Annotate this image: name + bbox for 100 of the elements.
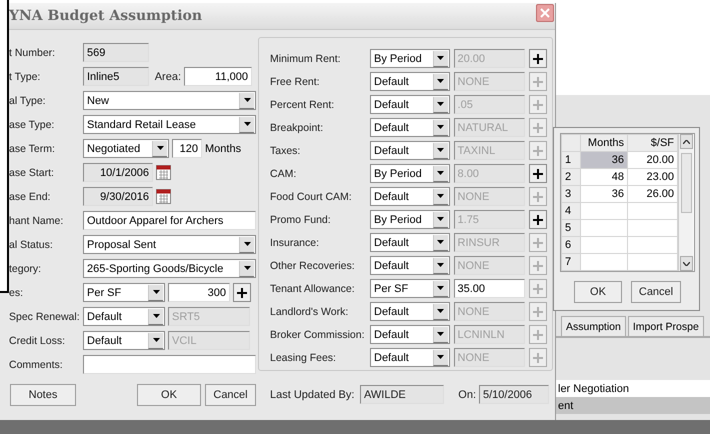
plus-icon[interactable]	[237, 288, 247, 298]
field-label: tegory:	[8, 262, 42, 275]
table-cell[interactable]: 48	[580, 168, 628, 186]
field-label: Comments:	[8, 358, 64, 371]
calendar-icon[interactable]	[156, 189, 171, 204]
column-header[interactable]: $/SF	[628, 134, 678, 152]
field-label: ase Type:	[8, 118, 56, 131]
table-cell[interactable]	[580, 202, 628, 220]
dropdown[interactable]: By Period	[370, 164, 450, 184]
dropdown[interactable]: Default	[370, 72, 450, 92]
term-field[interactable]: 120	[172, 139, 202, 158]
scroll-down-icon[interactable]	[680, 256, 692, 271]
dropdown[interactable]: By Period	[370, 210, 450, 230]
field-label: al Type:	[8, 94, 47, 107]
row-number: 1	[562, 152, 580, 168]
notes-button[interactable]: Notes	[10, 384, 76, 406]
row-number: 5	[562, 220, 580, 236]
cancel-button[interactable]: Cancel	[205, 384, 256, 406]
text-field[interactable]	[83, 355, 256, 374]
dropdown[interactable]: Default	[370, 95, 450, 114]
calendar-icon[interactable]	[156, 165, 171, 180]
dropdown[interactable]: Proposal Sent	[83, 235, 256, 254]
close-icon[interactable]	[540, 8, 550, 18]
field-label: Promo Fund:	[270, 214, 332, 226]
add-button[interactable]	[529, 164, 547, 184]
dropdown[interactable]: Negotiated	[83, 139, 169, 158]
plus-icon[interactable]	[533, 214, 544, 225]
list-item[interactable]: ent	[555, 397, 710, 414]
field-label: Food Court CAM:	[270, 190, 353, 203]
dropdown[interactable]: 265-Sporting Goods/Bicycle	[83, 259, 256, 278]
plus-icon[interactable]	[533, 168, 544, 179]
date-field[interactable]: 10/1/2006	[83, 163, 153, 182]
value-field[interactable]: 300	[168, 283, 230, 302]
dropdown[interactable]: Default	[370, 233, 450, 252]
list-item[interactable]: ler Negotiation	[555, 380, 710, 397]
updated-by-field: AWILDE	[360, 385, 444, 404]
scroll-thumb[interactable]	[680, 152, 692, 212]
field-label: Breakpoint:	[270, 122, 324, 134]
field-label: Free Rent:	[270, 76, 321, 88]
add-button[interactable]	[529, 49, 547, 68]
scroll-up-icon[interactable]	[680, 134, 692, 149]
table-cell[interactable]	[580, 220, 628, 236]
field-label: Percent Rent:	[270, 98, 336, 111]
window-title: YNA Budget Assumption	[8, 8, 202, 24]
text-field[interactable]: Outdoor Apparel for Archers	[83, 211, 256, 230]
dropdown[interactable]: Default	[83, 307, 165, 326]
readonly-field: 569	[83, 43, 149, 62]
row-number: 3	[562, 186, 580, 202]
dropdown[interactable]: By Period	[370, 49, 450, 68]
dropdown[interactable]: Default	[370, 256, 450, 276]
table-cell[interactable]: 36	[580, 186, 628, 202]
dropdown[interactable]: Default	[370, 141, 450, 160]
dropdown[interactable]: Standard Retail Lease	[83, 115, 256, 134]
dropdown[interactable]: New	[83, 91, 256, 110]
row-number: 7	[562, 254, 580, 270]
field-label: Tenant Allowance:	[270, 282, 356, 295]
date-field[interactable]: 9/30/2016	[83, 187, 153, 206]
date-label: On:	[458, 388, 476, 401]
field-label: t Number:	[8, 46, 56, 59]
plus-icon[interactable]	[533, 54, 544, 64]
tab[interactable]: Assumption	[561, 316, 626, 336]
value-field[interactable]: 35.00	[454, 279, 526, 298]
ok-button[interactable]: OK	[137, 384, 201, 406]
area-field[interactable]: 11,000	[184, 67, 252, 86]
field-label: CAM:	[270, 168, 298, 180]
scrollbar[interactable]	[678, 134, 693, 271]
ok-button[interactable]: OK	[574, 281, 622, 303]
field-label: ase End:	[8, 190, 52, 203]
row-number: 2	[562, 168, 580, 186]
table-cell[interactable]	[580, 236, 628, 254]
dropdown[interactable]: Default	[370, 325, 450, 344]
table-cell[interactable]: 36	[580, 152, 628, 168]
row-number: 6	[562, 236, 580, 254]
dropdown[interactable]: Default	[370, 348, 450, 368]
dropdown[interactable]: Default	[370, 118, 450, 138]
field-label: Leasing Fees:	[270, 352, 337, 364]
tab[interactable]: Import Prospe	[628, 316, 704, 336]
field-label: al Status:	[8, 238, 54, 251]
field-label: Credit Loss:	[8, 334, 66, 347]
cancel-button[interactable]: Cancel	[631, 281, 681, 303]
dropdown[interactable]: Per SF	[370, 279, 450, 298]
add-button[interactable]	[233, 283, 251, 302]
table-cell[interactable]	[580, 254, 628, 270]
row-number: 4	[562, 202, 580, 220]
dropdown[interactable]: Default	[370, 302, 450, 322]
field-label: Other Recoveries:	[270, 260, 356, 272]
area-label: Area:	[154, 70, 181, 83]
close-button[interactable]	[536, 4, 554, 22]
dropdown[interactable]: Per SF	[83, 283, 165, 302]
column-header[interactable]: Months	[580, 134, 628, 152]
dropdown[interactable]: Default	[370, 187, 450, 206]
readonly-field: Inline5	[83, 67, 149, 86]
add-button[interactable]	[529, 210, 547, 230]
field-label: ase Term:	[8, 142, 56, 155]
dropdown[interactable]: Default	[83, 331, 165, 350]
field-label: Landlord's Work:	[270, 306, 350, 318]
field-label: Taxes:	[270, 144, 302, 157]
unit-label: Months	[205, 142, 242, 155]
field-label: Broker Commission:	[270, 328, 366, 341]
field-label: Minimum Rent:	[270, 52, 342, 65]
